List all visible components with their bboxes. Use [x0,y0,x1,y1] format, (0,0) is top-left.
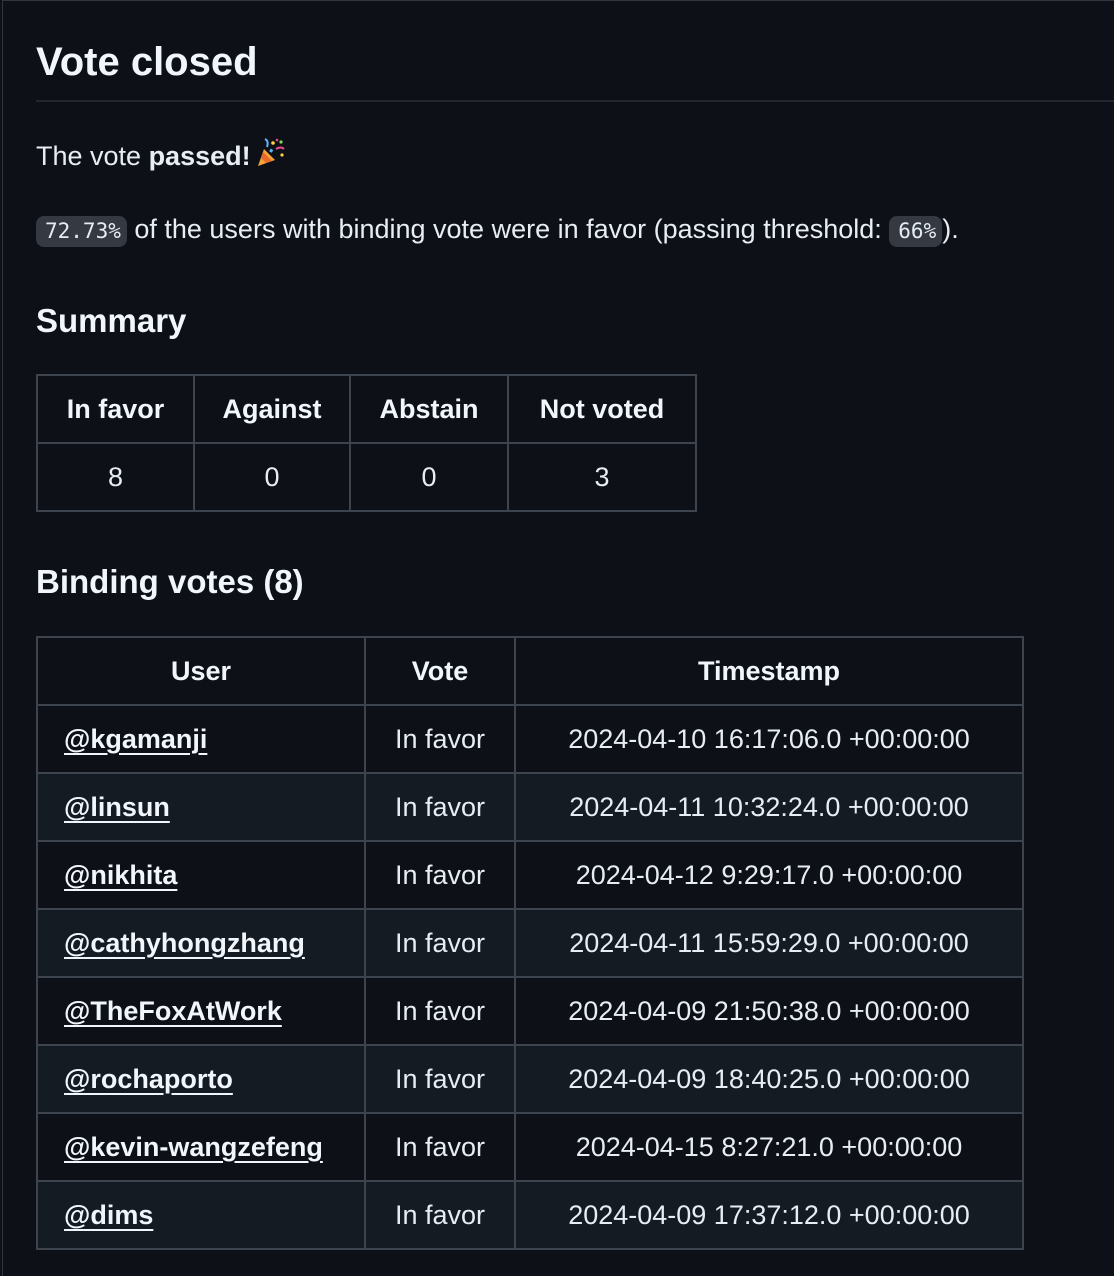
user-cell: @kevin-wangzefeng [36,1112,366,1182]
table-row: @cathyhongzhang In favor 2024-04-11 15:5… [36,908,1024,978]
table-row: @kevin-wangzefeng In favor 2024-04-15 8:… [36,1112,1024,1182]
user-link[interactable]: @kevin-wangzefeng [64,1132,323,1162]
user-link[interactable]: @kgamanji [64,724,207,754]
vote-cell: In favor [364,1180,516,1250]
user-link[interactable]: @TheFoxAtWork [64,996,282,1026]
summary-header-not-voted: Not voted [507,374,697,444]
summary-header-row: In favor Against Abstain Not voted [36,374,697,444]
summary-heading: Summary [36,302,187,339]
timestamp-cell: 2024-04-10 16:17:06.0 +00:00:00 [514,704,1024,774]
user-cell: @kgamanji [36,704,366,774]
vote-cell: In favor [364,704,516,774]
timestamp-cell: 2024-04-11 15:59:29.0 +00:00:00 [514,908,1024,978]
votes-header-row: User Vote Timestamp [36,636,1024,706]
vote-cell: In favor [364,1112,516,1182]
votes-header-user: User [36,636,366,706]
result-prefix: The vote [36,141,149,171]
user-link[interactable]: @dims [64,1200,153,1230]
timestamp-cell: 2024-04-09 21:50:38.0 +00:00:00 [514,976,1024,1046]
party-popper-icon [255,137,287,169]
table-row: @kgamanji In favor 2024-04-10 16:17:06.0… [36,704,1024,774]
summary-header-abstain: Abstain [349,374,509,444]
threshold-line: 72.73% of the users with binding vote we… [36,211,959,249]
result-line: The vote passed! [36,137,287,174]
vote-cell: In favor [364,840,516,910]
summary-value-abstain: 0 [349,442,509,512]
user-cell: @TheFoxAtWork [36,976,366,1046]
table-row: @nikhita In favor 2024-04-12 9:29:17.0 +… [36,840,1024,910]
table-row: @TheFoxAtWork In favor 2024-04-09 21:50:… [36,976,1024,1046]
table-row: @dims In favor 2024-04-09 17:37:12.0 +00… [36,1180,1024,1250]
user-cell: @rochaporto [36,1044,366,1114]
timestamp-cell: 2024-04-09 18:40:25.0 +00:00:00 [514,1044,1024,1114]
summary-header-in-favor: In favor [36,374,195,444]
timestamp-cell: 2024-04-09 17:37:12.0 +00:00:00 [514,1180,1024,1250]
summary-table: In favor Against Abstain Not voted 8 0 0… [36,374,697,512]
result-status: passed! [148,141,251,171]
timestamp-cell: 2024-04-12 9:29:17.0 +00:00:00 [514,840,1024,910]
timestamp-cell: 2024-04-15 8:27:21.0 +00:00:00 [514,1112,1024,1182]
vote-cell: In favor [364,1044,516,1114]
binding-votes-heading: Binding votes (8) [36,563,304,600]
timestamp-cell: 2024-04-11 10:32:24.0 +00:00:00 [514,772,1024,842]
user-cell: @nikhita [36,840,366,910]
threshold-code: 66% [889,216,943,247]
user-link[interactable]: @nikhita [64,860,177,890]
vote-cell: In favor [364,976,516,1046]
votes-header-vote: Vote [364,636,516,706]
threshold-suffix: ). [942,214,959,244]
votes-header-timestamp: Timestamp [514,636,1024,706]
user-cell: @dims [36,1180,366,1250]
summary-value-against: 0 [193,442,351,512]
table-row: @linsun In favor 2024-04-11 10:32:24.0 +… [36,772,1024,842]
summary-value-in-favor: 8 [36,442,195,512]
user-link[interactable]: @linsun [64,792,170,822]
percentage-code: 72.73% [36,216,127,247]
vote-cell: In favor [364,772,516,842]
user-cell: @linsun [36,772,366,842]
binding-votes-table: User Vote Timestamp @kgamanji In favor 2… [36,636,1024,1250]
vote-cell: In favor [364,908,516,978]
summary-header-against: Against [193,374,351,444]
title-divider [36,100,1114,102]
user-link[interactable]: @rochaporto [64,1064,233,1094]
table-row: @rochaporto In favor 2024-04-09 18:40:25… [36,1044,1024,1114]
summary-values-row: 8 0 0 3 [36,442,697,512]
page-title: Vote closed [36,40,258,84]
summary-value-not-voted: 3 [507,442,697,512]
user-cell: @cathyhongzhang [36,908,366,978]
user-link[interactable]: @cathyhongzhang [64,928,305,958]
threshold-text: of the users with binding vote were in f… [126,214,890,244]
